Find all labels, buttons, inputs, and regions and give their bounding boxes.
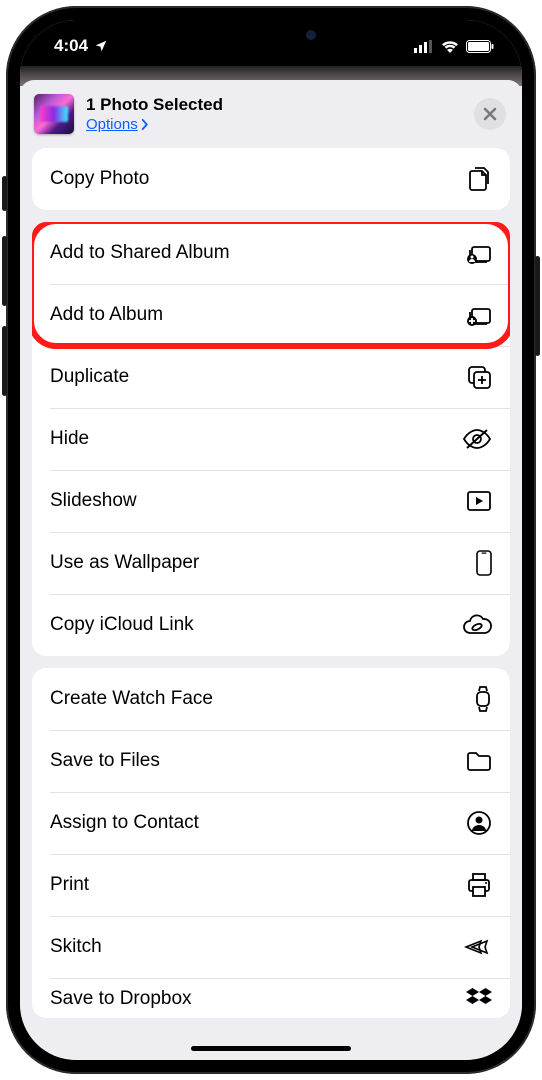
share-sheet: 1 Photo Selected Options Copy Photo (20, 80, 522, 1060)
copy-photo-row[interactable]: Copy Photo (32, 148, 510, 210)
sheet-header: 1 Photo Selected Options (20, 80, 522, 148)
battery-icon (466, 40, 494, 53)
hide-icon (462, 428, 492, 450)
actions-scroll[interactable]: Copy Photo Add to Shared Album (20, 148, 522, 1060)
hide-row[interactable]: Hide (32, 408, 510, 470)
action-group-1: Copy Photo (32, 148, 510, 210)
add-to-album-row[interactable]: Add to Album (32, 284, 510, 346)
use-as-wallpaper-row[interactable]: Use as Wallpaper (32, 532, 510, 594)
location-icon (94, 39, 108, 53)
folder-icon (462, 750, 492, 772)
duplicate-row[interactable]: Duplicate (32, 346, 510, 408)
skitch-row[interactable]: Skitch (32, 916, 510, 978)
sheet-title: 1 Photo Selected (86, 95, 462, 115)
action-label: Slideshow (50, 490, 137, 512)
assign-to-contact-row[interactable]: Assign to Contact (32, 792, 510, 854)
save-to-dropbox-row[interactable]: Save to Dropbox (32, 978, 510, 1018)
action-label: Print (50, 874, 89, 896)
action-label: Create Watch Face (50, 688, 213, 710)
action-label: Add to Shared Album (50, 242, 230, 264)
action-label: Assign to Contact (50, 812, 199, 834)
notch (156, 20, 386, 52)
play-icon (462, 490, 492, 512)
action-group-2: Add to Shared Album Add t (32, 222, 510, 656)
documents-icon (462, 165, 492, 193)
photo-thumbnail[interactable] (34, 94, 74, 134)
watch-icon (462, 685, 492, 713)
action-label: Copy Photo (50, 168, 149, 190)
add-album-icon (462, 303, 492, 327)
contact-icon (462, 810, 492, 836)
action-label: Use as Wallpaper (50, 552, 199, 574)
save-to-files-row[interactable]: Save to Files (32, 730, 510, 792)
duplicate-icon (462, 364, 492, 390)
phone-icon (462, 550, 492, 576)
print-row[interactable]: Print (32, 854, 510, 916)
skitch-icon (462, 938, 492, 956)
home-indicator[interactable] (191, 1046, 351, 1051)
shared-album-icon (462, 241, 492, 265)
wifi-icon (441, 40, 459, 53)
chevron-right-icon (140, 119, 149, 130)
dropbox-icon (462, 988, 492, 1008)
action-label: Duplicate (50, 366, 129, 388)
slideshow-row[interactable]: Slideshow (32, 470, 510, 532)
options-button[interactable]: Options (86, 116, 462, 133)
create-watch-face-row[interactable]: Create Watch Face (32, 668, 510, 730)
printer-icon (462, 872, 492, 898)
action-label: Save to Files (50, 750, 160, 772)
action-label: Save to Dropbox (50, 988, 192, 1010)
cloud-link-icon (462, 614, 492, 636)
screen: 4:04 1 Photo Selected Options (20, 20, 522, 1060)
cellular-icon (414, 40, 434, 53)
action-label: Hide (50, 428, 89, 450)
action-group-3: Create Watch Face Save to Files (32, 668, 510, 1018)
action-label: Skitch (50, 936, 102, 958)
status-time: 4:04 (54, 36, 88, 56)
options-label: Options (86, 116, 138, 133)
action-label: Add to Album (50, 304, 163, 326)
close-icon (483, 107, 497, 121)
device-frame: 4:04 1 Photo Selected Options (6, 6, 536, 1074)
copy-icloud-link-row[interactable]: Copy iCloud Link (32, 594, 510, 656)
close-button[interactable] (474, 98, 506, 130)
add-to-shared-album-row[interactable]: Add to Shared Album (32, 222, 510, 284)
action-label: Copy iCloud Link (50, 614, 194, 636)
